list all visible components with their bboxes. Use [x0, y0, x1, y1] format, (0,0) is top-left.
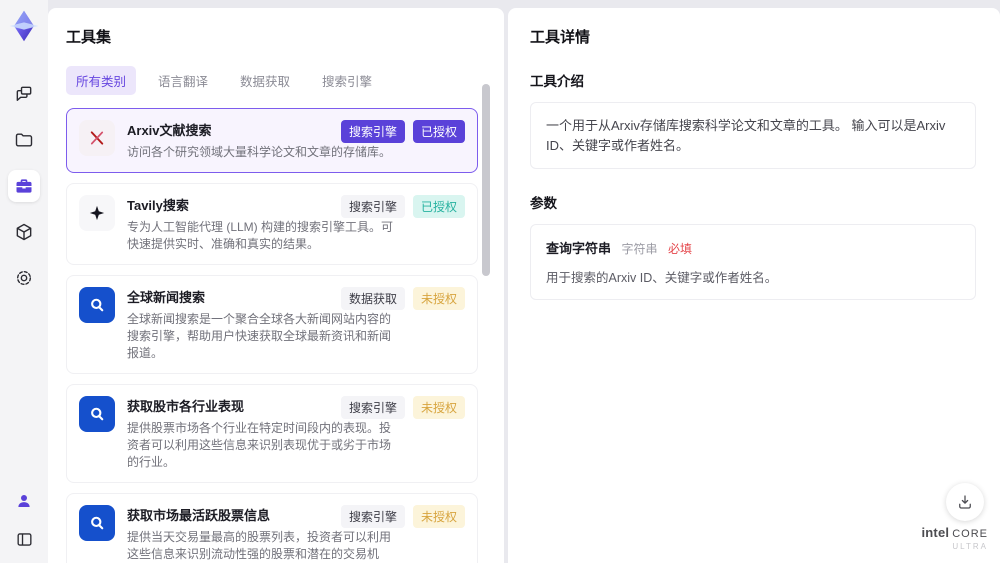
- tools-list-panel: 工具集 所有类别 语言翻译 数据获取 搜索引擎 Arxiv文献搜索 访问各个研究…: [48, 8, 504, 563]
- tab-language-translation[interactable]: 语言翻译: [148, 66, 218, 95]
- brand-ultra: ULTRA: [952, 542, 988, 551]
- tool-description: 全球新闻搜索是一个聚合全球各大新闻网站内容的搜索引擎，帮助用户快速获取全球最新资…: [127, 312, 392, 361]
- tavily-star-icon: [79, 195, 115, 232]
- auth-status-badge: 未授权: [412, 287, 465, 311]
- global-news-icon: [79, 287, 115, 324]
- tool-card-tavily[interactable]: Tavily搜索 专为人工智能代理 (LLM) 构建的搜索引擎工具。可快速提供实…: [66, 183, 478, 266]
- tool-card-arxiv[interactable]: Arxiv文献搜索 访问各个研究领域大量科学论文和文章的存储库。 搜索引擎 已授…: [66, 108, 478, 174]
- toolbox-icon[interactable]: [8, 170, 40, 202]
- tool-card-active-stocks[interactable]: 获取市场最活跃股票信息 提供当天交易量最高的股票列表，投资者可以利用这些信息来识…: [66, 493, 478, 563]
- params-heading: 参数: [530, 196, 557, 211]
- panel-toggle-icon[interactable]: [10, 525, 38, 553]
- tool-card-list: Arxiv文献搜索 访问各个研究领域大量科学论文和文章的存储库。 搜索引擎 已授…: [66, 108, 478, 563]
- scrollbar-thumb[interactable]: [482, 84, 490, 276]
- param-type: 字符串: [621, 242, 658, 256]
- tab-data-fetch[interactable]: 数据获取: [230, 66, 300, 95]
- tool-card-stock-sector[interactable]: 获取股市各行业表现 提供股票市场各个行业在特定时间段内的表现。投资者可以利用这些…: [66, 384, 478, 484]
- auth-status-badge: 未授权: [412, 505, 465, 529]
- category-badge: 搜索引擎: [340, 195, 405, 219]
- category-badge: 数据获取: [340, 287, 405, 311]
- tool-description: 专为人工智能代理 (LLM) 构建的搜索引擎工具。可快速提供实时、准确和真实的结…: [127, 220, 394, 252]
- tool-description: 提供股票市场各个行业在特定时间段内的表现。投资者可以利用这些信息来识别表现优于或…: [127, 421, 392, 470]
- param-item: 查询字符串 字符串 必填 用于搜索的Arxiv ID、关键字或作者姓名。: [530, 224, 976, 300]
- intro-text-box: 一个用于从Arxiv存储库搜索科学论文和文章的工具。 输入可以是Arxiv ID…: [530, 102, 976, 169]
- tab-all-categories[interactable]: 所有类别: [66, 66, 137, 95]
- intro-heading: 工具介绍: [530, 74, 584, 89]
- param-required-flag: 必填: [667, 242, 692, 256]
- tool-description: 访问各个研究领域大量科学论文和文章的存储库。: [127, 145, 392, 159]
- page-title: 工具集: [66, 29, 112, 46]
- arxiv-icon: [79, 120, 115, 156]
- intel-core-badge: intel CORE ULTRA: [921, 526, 988, 551]
- tool-detail-panel: 工具详情 工具介绍 一个用于从Arxiv存储库搜索科学论文和文章的工具。 输入可…: [508, 8, 1000, 563]
- param-description: 用于搜索的Arxiv ID、关键字或作者姓名。: [546, 271, 778, 285]
- chat-icon[interactable]: [8, 78, 40, 110]
- auth-status-badge: 已授权: [412, 120, 465, 143]
- folder-icon[interactable]: [8, 124, 40, 156]
- download-button[interactable]: [946, 483, 984, 521]
- stock-sector-icon: [79, 396, 115, 433]
- tab-search-engine[interactable]: 搜索引擎: [312, 66, 382, 95]
- tool-card-global-news[interactable]: 全球新闻搜索 全球新闻搜索是一个聚合全球各大新闻网站内容的搜索引擎，帮助用户快速…: [66, 275, 478, 375]
- auth-status-badge: 已授权: [412, 195, 465, 219]
- brand-core: CORE: [952, 528, 988, 540]
- settings-gear-icon[interactable]: [8, 262, 40, 294]
- category-badge: 搜索引擎: [340, 120, 405, 143]
- cube-icon[interactable]: [8, 216, 40, 248]
- active-stock-icon: [79, 505, 115, 542]
- category-badge: 搜索引擎: [340, 505, 405, 529]
- auth-status-badge: 未授权: [412, 396, 465, 420]
- app-rail: [0, 0, 48, 563]
- list-scrollbar: [482, 78, 490, 558]
- param-name: 查询字符串: [546, 241, 612, 256]
- brand-intel: intel: [921, 525, 950, 540]
- category-tabs: 所有类别 语言翻译 数据获取 搜索引擎: [66, 66, 490, 95]
- detail-title: 工具详情: [530, 29, 591, 46]
- download-icon: [959, 495, 971, 509]
- tool-description: 提供当天交易量最高的股票列表，投资者可以利用这些信息来识别流动性强的股票和潜在的…: [127, 530, 392, 562]
- app-logo[interactable]: [6, 8, 42, 44]
- user-avatar-icon[interactable]: [10, 487, 38, 515]
- category-badge: 搜索引擎: [340, 396, 405, 420]
